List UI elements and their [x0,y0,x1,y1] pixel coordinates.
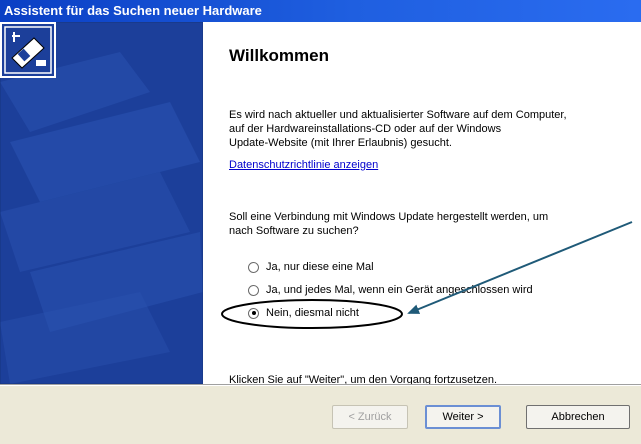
window-title: Assistent für das Suchen neuer Hardware [0,0,641,22]
privacy-policy-link[interactable]: Datenschutzrichtlinie anzeigen [229,159,378,171]
wizard-content-pane: Willkommen Es wird nach aktueller und ak… [203,22,641,386]
option-yes-once[interactable]: Ja, nur diese eine Mal [248,260,374,274]
option-yes-always[interactable]: Ja, und jedes Mal, wenn ein Gerät angesc… [248,283,533,297]
radio-button[interactable] [248,284,259,296]
option-label: Ja, und jedes Mal, wenn ein Gerät angesc… [266,284,533,296]
option-label: Nein, diesmal nicht [266,307,359,319]
question-line-2: nach Software zu suchen? [229,225,359,237]
back-button[interactable]: < Zurück [332,405,408,429]
intro-line-1: Es wird nach aktueller und aktualisierte… [229,109,567,121]
wizard-button-bar: < Zurück Weiter > Abbrechen [0,386,641,444]
hardware-wizard-icon [0,22,56,78]
option-no-not-this-time[interactable]: Nein, diesmal nicht [248,306,359,320]
intro-line-3: Update-Website (mit Ihrer Erlaubnis) ges… [229,137,452,149]
radio-button[interactable] [248,261,259,273]
page-title: Willkommen [229,46,329,65]
radio-button-selected[interactable] [248,307,259,319]
intro-line-2: auf der Hardwareinstallations-CD oder au… [229,123,502,135]
option-label: Ja, nur diese eine Mal [266,261,374,273]
cancel-button[interactable]: Abbrechen [526,405,630,429]
next-button[interactable]: Weiter > [425,405,501,429]
wizard-side-banner [0,22,203,384]
question-line-1: Soll eine Verbindung mit Windows Update … [229,211,549,223]
